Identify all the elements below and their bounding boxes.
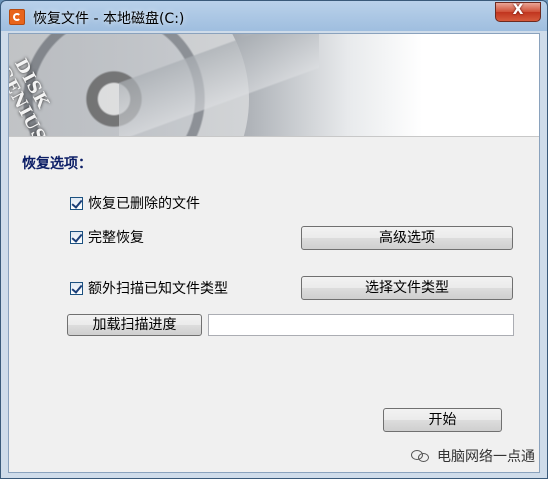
wechat-icon [411, 448, 431, 464]
start-button[interactable]: 开始 [383, 408, 502, 432]
full-recovery-checkbox[interactable] [70, 230, 83, 244]
dialog-client-area: DISK GENIUS 恢复选项： 恢复已删除的文件 完整恢复 高级选项 额外扫… [8, 33, 540, 473]
recover-deleted-files-option[interactable]: 恢复已删除的文件 [70, 194, 200, 212]
title-bar[interactable]: 恢复文件 - 本地磁盘(C:) X [1, 1, 547, 33]
full-recovery-label: 完整恢复 [88, 230, 144, 246]
close-icon: X [512, 2, 524, 18]
watermark-text: 电脑网络一点通 [437, 449, 535, 465]
select-file-types-button[interactable]: 选择文件类型 [301, 276, 513, 300]
recover-deleted-files-checkbox[interactable] [70, 196, 83, 210]
diskgenius-app-icon [9, 9, 25, 25]
recover-files-window: 恢复文件 - 本地磁盘(C:) X DISK GENIUS 恢复选项： 恢复已删… [0, 0, 548, 479]
diskgenius-banner: DISK GENIUS [9, 34, 539, 137]
wechat-watermark: 电脑网络一点通 [411, 444, 541, 468]
window-title: 恢复文件 - 本地磁盘(C:) [33, 11, 185, 27]
extra-scan-known-types-option[interactable]: 额外扫描已知文件类型 [70, 279, 228, 297]
load-scan-progress-button[interactable]: 加载扫描进度 [67, 314, 202, 336]
scan-progress-path-field[interactable] [208, 314, 514, 336]
extra-scan-known-types-checkbox[interactable] [70, 281, 83, 295]
extra-scan-known-types-label: 额外扫描已知文件类型 [88, 281, 228, 297]
advanced-options-button[interactable]: 高级选项 [301, 226, 513, 250]
recover-deleted-files-label: 恢复已删除的文件 [88, 196, 200, 212]
hard-disk-arm-image [119, 34, 319, 136]
close-button[interactable]: X [495, 2, 541, 22]
full-recovery-option[interactable]: 完整恢复 [70, 228, 144, 246]
recovery-options-label: 恢复选项： [22, 156, 92, 172]
